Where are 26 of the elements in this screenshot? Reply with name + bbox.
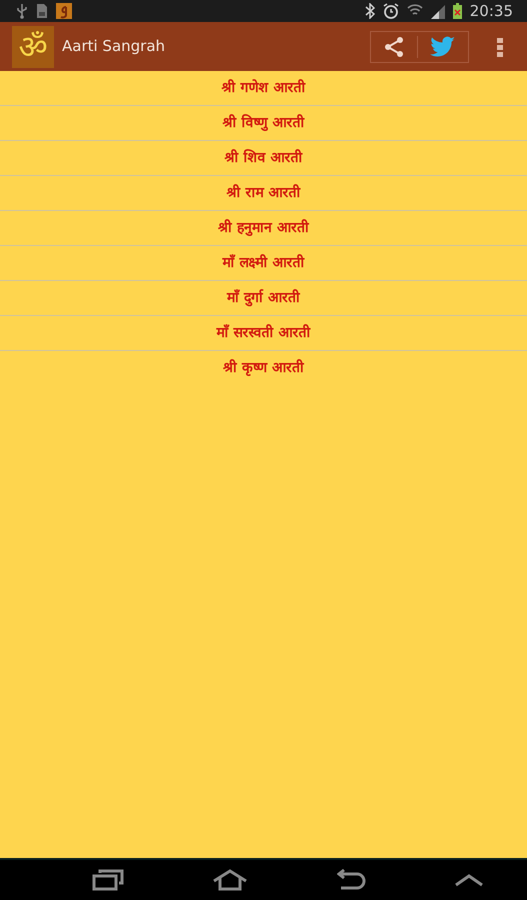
om-logo: ॐ bbox=[12, 26, 54, 68]
recent-apps-icon[interactable] bbox=[92, 869, 124, 891]
bluetooth-icon bbox=[364, 3, 375, 19]
sd-card-icon bbox=[36, 3, 48, 19]
aarti-list-item[interactable]: श्री राम आरती bbox=[0, 176, 527, 211]
signal-icon bbox=[430, 3, 445, 19]
more-options-icon bbox=[497, 37, 503, 58]
aarti-list-item[interactable]: माँ सरस्वती आरती bbox=[0, 316, 527, 351]
aarti-list-item[interactable]: श्री गणेश आरती bbox=[0, 71, 527, 106]
aarti-list-item[interactable]: माँ दुर्गा आरती bbox=[0, 281, 527, 316]
home-icon[interactable] bbox=[212, 869, 248, 891]
alarm-icon bbox=[382, 3, 399, 19]
app-notification-icon bbox=[56, 3, 72, 19]
bird-icon bbox=[430, 36, 456, 58]
chevron-up-icon[interactable] bbox=[454, 873, 483, 887]
aarti-list-item[interactable]: श्री हनुमान आरती bbox=[0, 211, 527, 246]
clock-time: 20:35 bbox=[470, 0, 513, 22]
back-icon[interactable] bbox=[336, 869, 367, 891]
aarti-list-item[interactable]: माँ लक्ष्मी आरती bbox=[0, 246, 527, 281]
share-icon bbox=[383, 36, 405, 58]
usb-icon bbox=[16, 3, 28, 19]
aarti-list-item[interactable]: श्री शिव आरती bbox=[0, 141, 527, 176]
battery-icon bbox=[452, 3, 462, 19]
app-title: Aarti Sangrah bbox=[62, 36, 166, 58]
aarti-list-item[interactable]: श्री कृष्ण आरती bbox=[0, 351, 527, 386]
aarti-list-item[interactable]: श्री विष्णु आरती bbox=[0, 106, 527, 141]
